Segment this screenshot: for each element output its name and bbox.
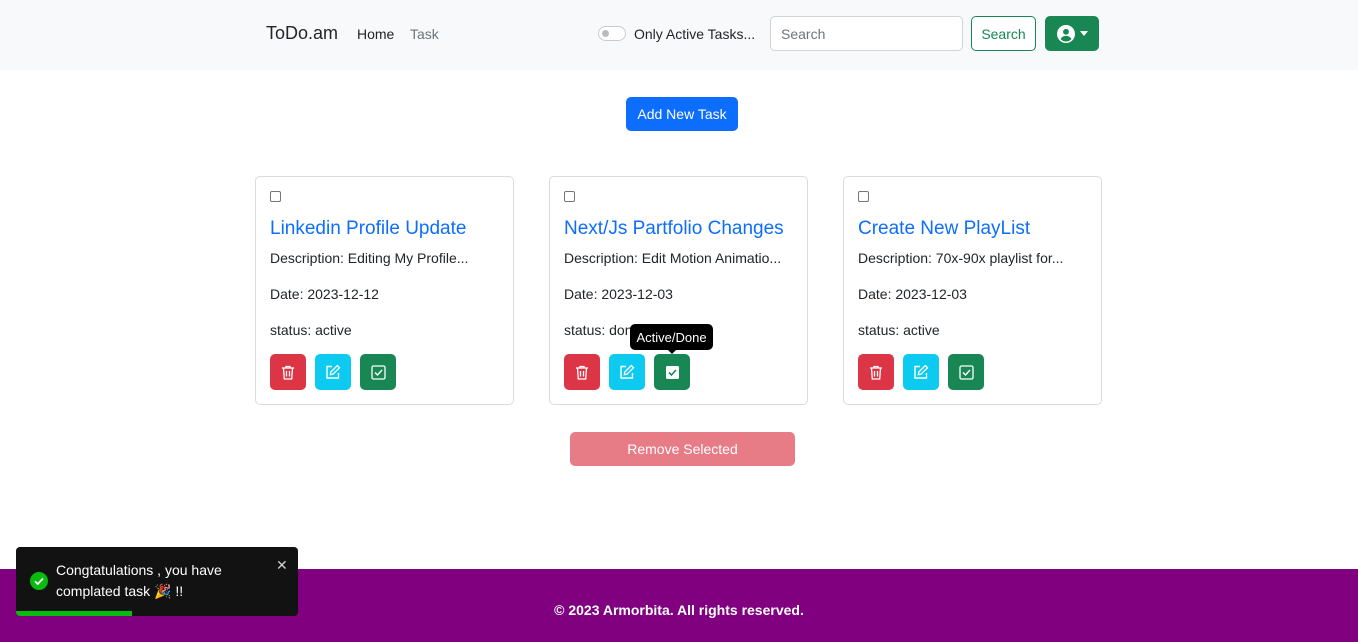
toggle-status-button[interactable] xyxy=(360,354,396,390)
nav-link-home[interactable]: Home xyxy=(357,26,394,42)
brand-logo[interactable]: ToDo.am xyxy=(266,23,338,44)
task-title[interactable]: Next/Js Partfolio Changes xyxy=(564,218,784,240)
trash-icon xyxy=(576,365,588,380)
edit-task-button[interactable] xyxy=(609,354,645,390)
trash-icon xyxy=(282,365,294,380)
toast-message: Congtatulations , you have complated tas… xyxy=(56,562,222,599)
check-square-icon xyxy=(665,365,679,379)
search-button[interactable]: Search xyxy=(971,16,1036,51)
task-select-checkbox[interactable] xyxy=(858,191,869,202)
task-date: Date: 2023-12-12 xyxy=(270,286,379,302)
edit-icon xyxy=(620,364,635,379)
edit-task-button[interactable] xyxy=(315,354,351,390)
task-description: Description: Editing My Profile... xyxy=(270,250,469,266)
edit-icon xyxy=(326,364,341,379)
toggle-status-button[interactable] xyxy=(948,354,984,390)
toast-progress-track xyxy=(16,611,298,616)
task-status: status: active xyxy=(270,322,352,338)
search-input[interactable] xyxy=(770,16,963,51)
active-tasks-toggle[interactable] xyxy=(598,26,626,41)
toast-progress-bar xyxy=(16,611,132,616)
task-card: Linkedin Profile Update Description: Edi… xyxy=(255,176,514,405)
edit-task-button[interactable] xyxy=(903,354,939,390)
close-icon[interactable]: ✕ xyxy=(276,558,288,572)
check-square-icon xyxy=(370,364,386,380)
task-select-checkbox[interactable] xyxy=(564,191,575,202)
delete-task-button[interactable] xyxy=(270,354,306,390)
success-toast[interactable]: Congtatulations , you have complated tas… xyxy=(16,547,298,616)
task-title[interactable]: Linkedin Profile Update xyxy=(270,218,466,240)
toggle-status-button[interactable] xyxy=(654,354,690,390)
task-title[interactable]: Create New PlayList xyxy=(858,218,1030,240)
edit-icon xyxy=(914,364,929,379)
delete-task-button[interactable] xyxy=(858,354,894,390)
task-description: Description: 70x-90x playlist for... xyxy=(858,250,1064,266)
user-circle-icon xyxy=(1056,24,1075,43)
task-card: Next/Js Partfolio Changes Description: E… xyxy=(549,176,808,405)
user-menu-button[interactable] xyxy=(1045,16,1099,51)
task-status: status: done xyxy=(564,322,641,338)
task-status: status: active xyxy=(858,322,940,338)
toggle-knob xyxy=(602,30,609,37)
delete-task-button[interactable] xyxy=(564,354,600,390)
chevron-down-icon xyxy=(1079,31,1088,36)
check-square-icon xyxy=(958,364,974,380)
remove-selected-button[interactable]: Remove Selected xyxy=(570,432,795,466)
status-tooltip: Active/Done xyxy=(630,324,713,350)
navbar: ToDo.am Home Task Only Active Tasks... S… xyxy=(0,0,1358,70)
task-date: Date: 2023-12-03 xyxy=(564,286,673,302)
task-date: Date: 2023-12-03 xyxy=(858,286,967,302)
success-check-icon xyxy=(30,572,48,590)
nav-link-task[interactable]: Task xyxy=(410,26,439,42)
task-description: Description: Edit Motion Animatio... xyxy=(564,250,782,266)
tooltip-arrow xyxy=(667,349,677,354)
task-card: Create New PlayList Description: 70x-90x… xyxy=(843,176,1102,405)
trash-icon xyxy=(870,365,882,380)
add-new-task-button[interactable]: Add New Task xyxy=(626,97,738,131)
task-select-checkbox[interactable] xyxy=(270,191,281,202)
active-tasks-toggle-label: Only Active Tasks... xyxy=(634,26,756,42)
